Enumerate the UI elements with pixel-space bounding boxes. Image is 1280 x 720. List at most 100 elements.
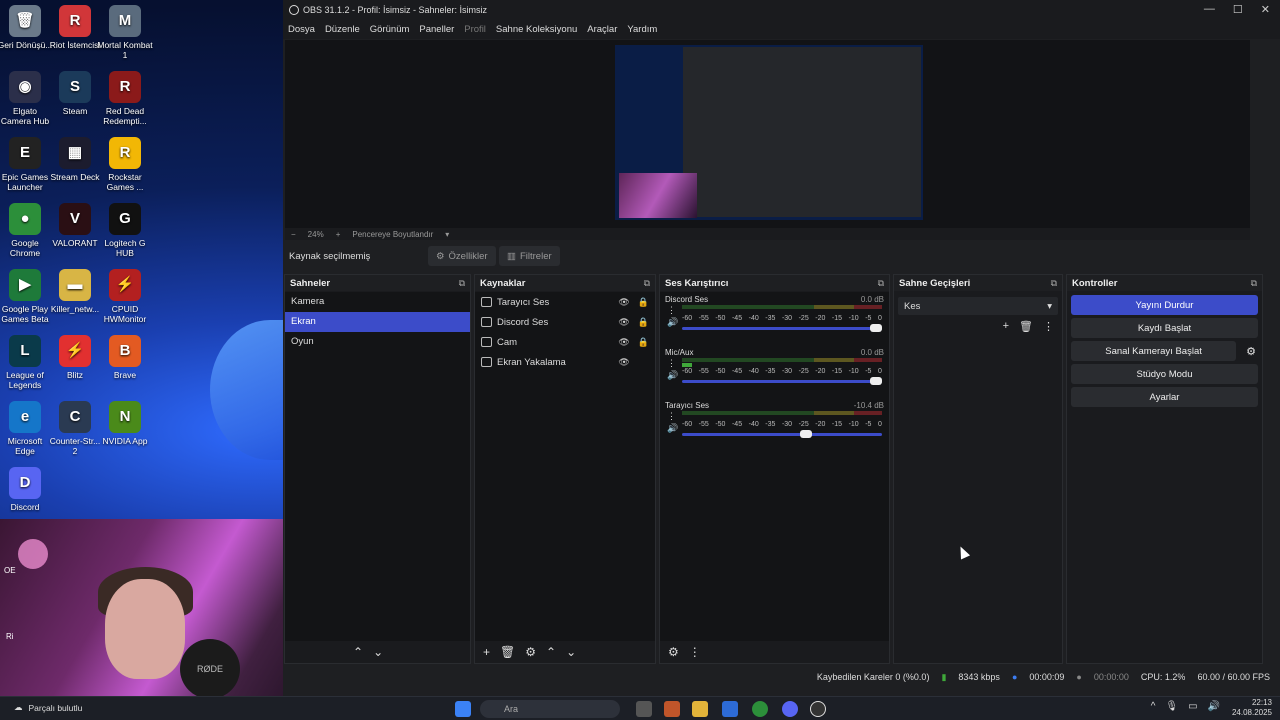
desktop-icon[interactable]: S Steam (47, 71, 103, 116)
desktop-icon[interactable]: C Counter-Str... 2 (47, 401, 103, 456)
zoom-in-button[interactable]: + (336, 230, 341, 239)
volume-knob[interactable] (870, 324, 882, 332)
source-item[interactable]: Cam 👁 🔒 (475, 332, 655, 352)
move-up-icon[interactable]: ⌃ (353, 645, 363, 659)
display-icon[interactable]: ▭ (1188, 701, 1197, 712)
zoom-out-button[interactable]: − (291, 230, 296, 239)
properties-button[interactable]: ⚙ Özellikler (428, 246, 496, 266)
studio-mode-button[interactable]: Stüdyo Modu (1071, 364, 1258, 384)
chrome-icon[interactable] (752, 701, 768, 717)
volume-slider[interactable] (682, 430, 882, 438)
menu-profile[interactable]: Profil (464, 24, 486, 35)
filters-button[interactable]: ▥ Filtreler (499, 246, 560, 266)
menu-docks[interactable]: Paneller (419, 24, 454, 35)
desktop-icon[interactable]: R Red Dead Redempti... (97, 71, 153, 126)
add-icon[interactable]: + (1003, 320, 1009, 333)
chevron-up-icon[interactable]: ^ (1151, 701, 1156, 712)
menu-edit[interactable]: Düzenle (325, 24, 360, 35)
taskbar-search[interactable]: Ara (480, 700, 620, 718)
eye-icon[interactable]: 👁 (618, 317, 629, 328)
desktop-icon[interactable]: e Microsoft Edge (0, 401, 53, 456)
volume-knob[interactable] (800, 430, 812, 438)
store-icon[interactable] (722, 701, 738, 717)
scene-item-kamera[interactable]: Kamera (285, 292, 470, 312)
move-down-icon[interactable]: ⌄ (373, 645, 383, 659)
eye-icon[interactable]: 👁 (618, 297, 629, 308)
minimize-icon[interactable]: — (1204, 3, 1215, 16)
desktop-icon[interactable]: ⚡ Blitz (47, 335, 103, 380)
more-icon[interactable]: ⋮ (667, 304, 678, 316)
move-down-icon[interactable]: ⌄ (566, 645, 576, 659)
volume-icon[interactable]: 🔊 (1208, 701, 1220, 712)
stop-streaming-button[interactable]: Yayını Durdur (1071, 295, 1258, 315)
volume-icon[interactable]: 🔊 (667, 422, 678, 434)
menu-view[interactable]: Görünüm (370, 24, 410, 35)
more-icon[interactable]: ⋮ (667, 357, 678, 369)
scene-item-oyun[interactable]: Oyun (285, 332, 470, 352)
gear-icon[interactable]: ⚙ (1246, 345, 1256, 358)
start-icon[interactable] (455, 701, 471, 717)
desktop-icon[interactable]: 🗑 Geri Dönüşü... (0, 5, 53, 50)
undock-icon[interactable]: ⧉ (878, 278, 884, 289)
copilot-icon[interactable] (664, 701, 680, 717)
volume-slider[interactable] (682, 377, 882, 385)
source-item[interactable]: Tarayıcı Ses 👁 🔒 (475, 292, 655, 312)
weather-widget[interactable]: ☁ Parçalı bulutlu (14, 702, 82, 713)
add-icon[interactable]: + (483, 645, 490, 659)
clock[interactable]: 22:13 24.08.2025 (1232, 698, 1272, 718)
microphone-icon[interactable]: 🎙 (1165, 701, 1178, 712)
volume-slider[interactable] (682, 324, 882, 332)
undock-icon[interactable]: ⧉ (644, 278, 650, 289)
undock-icon[interactable]: ⧉ (1251, 278, 1257, 289)
desktop-icon[interactable]: G Logitech G HUB (97, 203, 153, 258)
desktop-icon[interactable]: V VALORANT (47, 203, 103, 248)
start-virtual-camera-button[interactable]: Sanal Kamerayı Başlat (1071, 341, 1237, 361)
trash-icon[interactable]: 🗑 (500, 645, 515, 659)
source-item[interactable]: Discord Ses 👁 🔒 (475, 312, 655, 332)
undock-icon[interactable]: ⧉ (1051, 278, 1057, 289)
trash-icon[interactable]: 🗑 (1019, 320, 1033, 333)
desktop-icon[interactable]: ▶ Google Play Games Beta (0, 269, 53, 324)
eye-icon[interactable]: 👁 (618, 337, 629, 348)
volume-icon[interactable]: 🔊 (667, 369, 678, 381)
settings-button[interactable]: Ayarlar (1071, 387, 1258, 407)
desktop-icon[interactable]: N NVIDIA App (97, 401, 153, 446)
desktop-icon[interactable]: E Epic Games Launcher (0, 137, 53, 192)
desktop-icon[interactable]: R Rockstar Games ... (97, 137, 153, 192)
desktop-icon[interactable]: ▬ Killer_netw... (47, 269, 103, 314)
menu-help[interactable]: Yardım (627, 24, 657, 35)
source-item[interactable]: Ekran Yakalama👁🔒 (475, 352, 655, 372)
scene-item-ekran[interactable]: Ekran (285, 312, 470, 332)
desktop-icon[interactable]: M Mortal Kombat 1 (97, 5, 153, 60)
lock-icon[interactable]: 🔒 (638, 317, 649, 328)
volume-knob[interactable] (870, 377, 882, 385)
undock-icon[interactable]: ⧉ (459, 278, 465, 289)
obs-taskbar-icon[interactable] (810, 701, 826, 717)
more-icon[interactable]: ⋮ (689, 645, 701, 659)
discord-icon[interactable] (782, 701, 798, 717)
gear-icon[interactable]: ⚙ (525, 645, 536, 659)
advanced-audio-icon[interactable]: ⚙ (668, 645, 679, 659)
close-icon[interactable]: ✕ (1261, 3, 1270, 16)
menu-tools[interactable]: Araçlar (587, 24, 617, 35)
lock-icon[interactable]: 🔒 (638, 297, 649, 308)
desktop-icon[interactable]: R Riot İstemcisi (47, 5, 103, 50)
maximize-icon[interactable]: ☐ (1233, 3, 1243, 16)
start-recording-button[interactable]: Kaydı Başlat (1071, 318, 1258, 338)
move-up-icon[interactable]: ⌃ (546, 645, 556, 659)
desktop-icon[interactable]: B Brave (97, 335, 153, 380)
desktop-icon[interactable]: D Discord (0, 467, 53, 512)
volume-icon[interactable]: 🔊 (667, 316, 678, 328)
lock-icon[interactable]: 🔒 (638, 337, 649, 348)
more-icon[interactable]: ⋮ (667, 410, 678, 422)
more-icon[interactable]: ⋮ (1043, 320, 1054, 333)
desktop-icon[interactable]: ⚡ CPUID HWMonitor (97, 269, 153, 324)
desktop-icon[interactable]: ▦ Stream Deck (47, 137, 103, 182)
program-preview[interactable] (285, 40, 1250, 228)
chevron-down-icon[interactable]: ▾ (445, 230, 449, 239)
task-view-icon[interactable] (636, 701, 652, 717)
menu-scene-collection[interactable]: Sahne Koleksiyonu (496, 24, 577, 35)
desktop-icon[interactable]: L League of Legends (0, 335, 53, 390)
menu-file[interactable]: Dosya (288, 24, 315, 35)
eye-icon[interactable]: 👁 (618, 357, 629, 368)
